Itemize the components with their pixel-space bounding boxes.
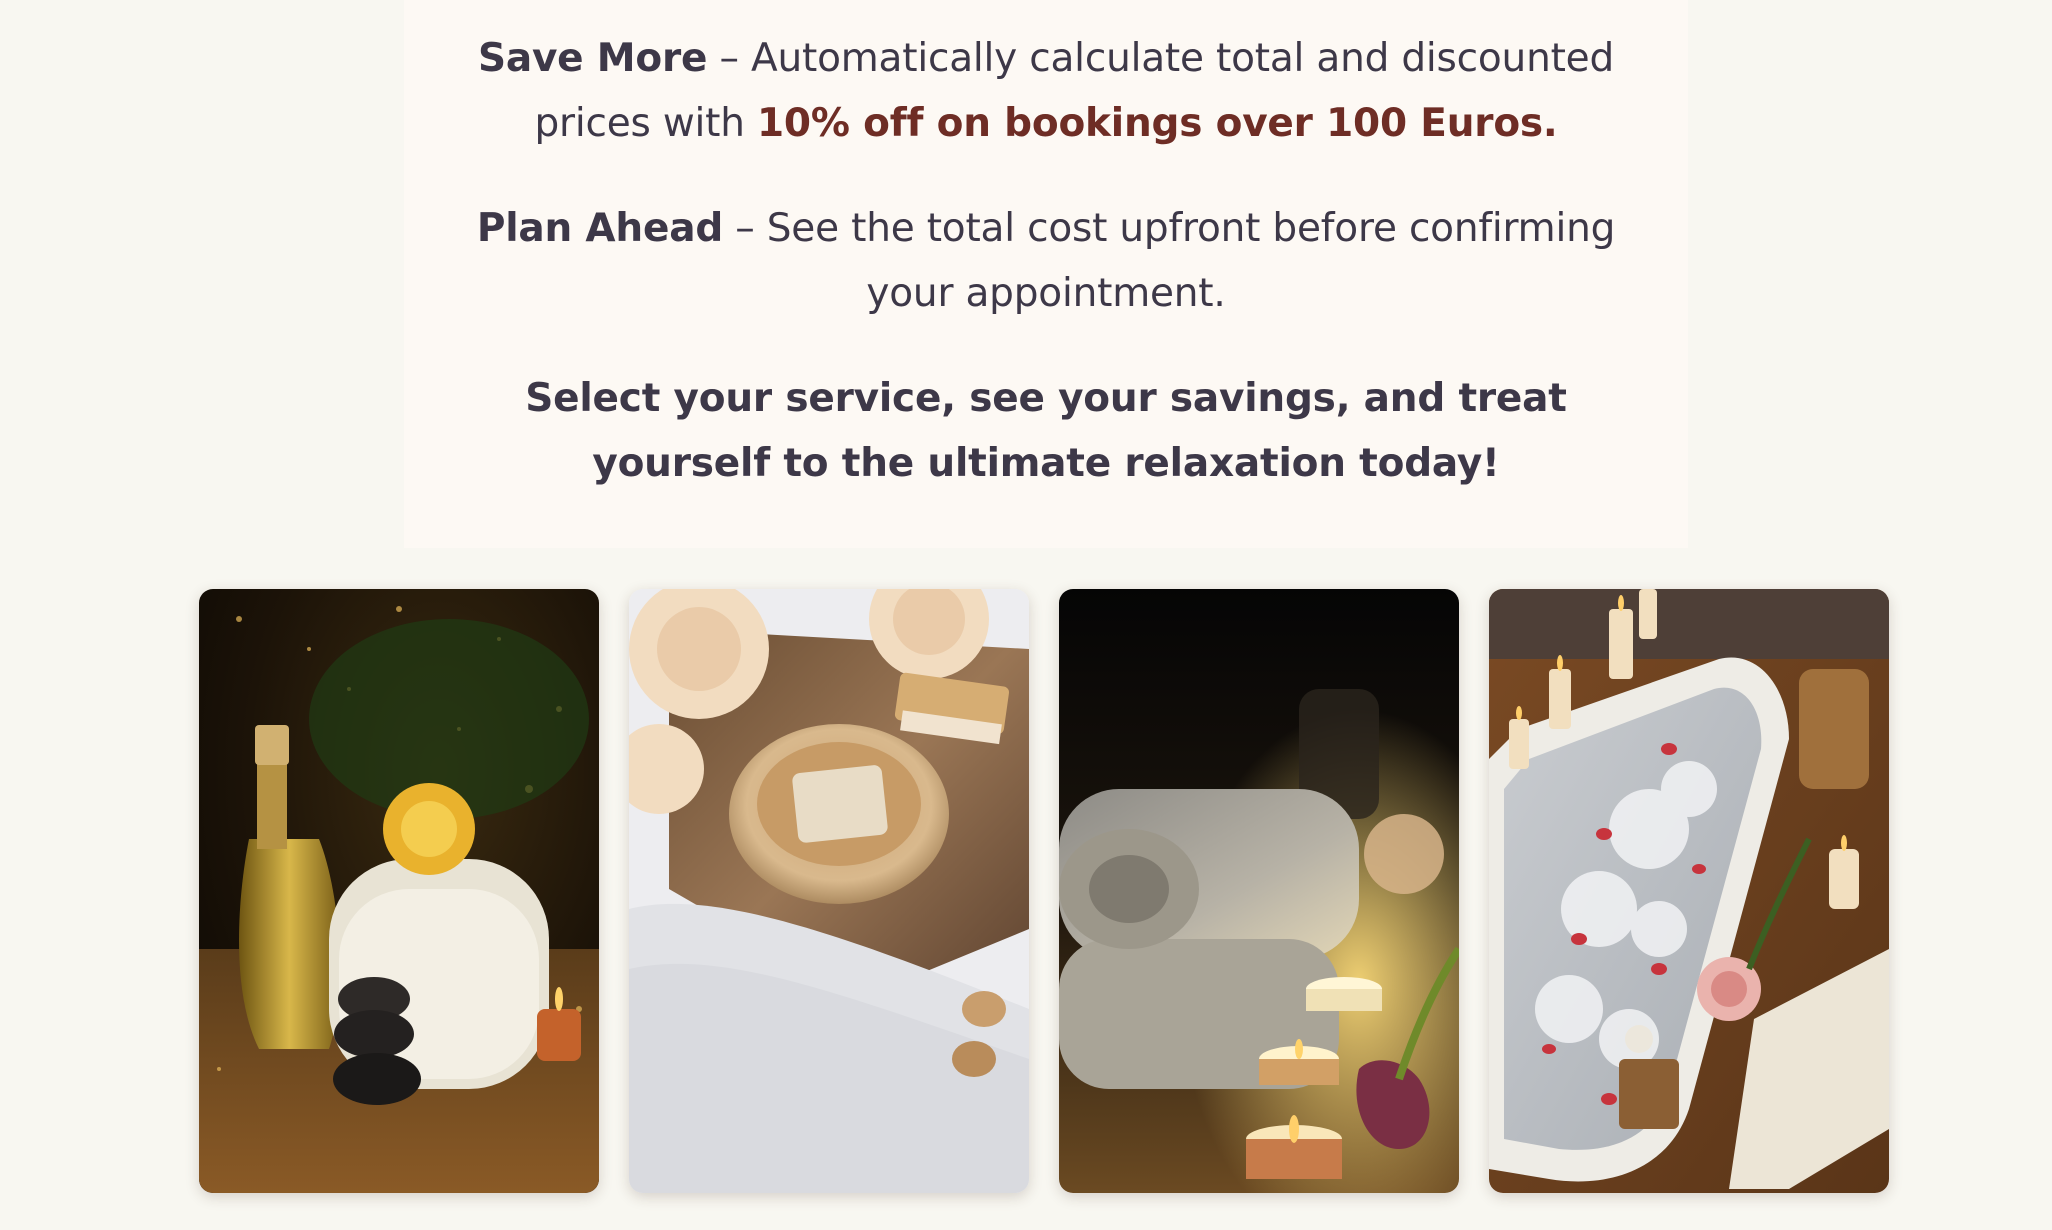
plan-ahead-text: – See the total cost upfront before conf… [723, 206, 1616, 316]
cta-paragraph: Select your service, see your savings, a… [525, 376, 1567, 486]
towels-candles-photo [1059, 589, 1459, 1193]
soap-dish-photo [629, 589, 1029, 1193]
towels-candles-tulip-image [1059, 589, 1459, 1193]
bathtub-petals-photo [1489, 589, 1889, 1193]
save-more-paragraph: Save More – Automatically calculate tota… [444, 26, 1648, 156]
oil-towel-candle-image [199, 589, 599, 1193]
bathtub-rose-petals-image [1489, 589, 1889, 1193]
plan-ahead-paragraph: Plan Ahead – See the total cost upfront … [444, 196, 1648, 326]
spa-image-gallery [199, 589, 1889, 1193]
promo-text-panel: Save More – Automatically calculate tota… [404, 0, 1688, 548]
discount-highlight: 10% off on bookings over 100 Euros. [756, 101, 1558, 146]
plan-ahead-label: Plan Ahead [476, 206, 724, 251]
spa-oil-towel-photo [199, 589, 599, 1193]
save-more-label: Save More [477, 36, 708, 81]
soap-flowers-towel-image [629, 589, 1029, 1193]
